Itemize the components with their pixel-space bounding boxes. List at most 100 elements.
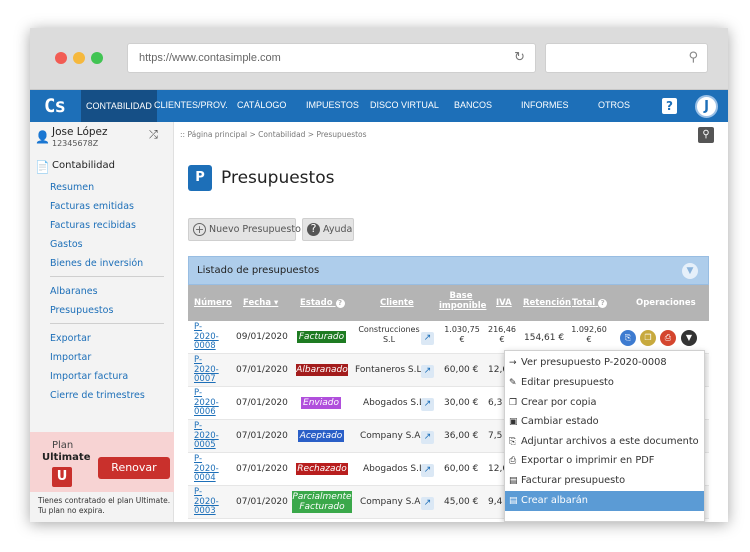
more-options-icon[interactable]: ▼ xyxy=(681,330,697,346)
main-nav: Cs CONTABILIDAD CLIENTES/PROV. CATÁLOGO … xyxy=(30,90,728,122)
sidebar-item-importar-factura[interactable]: Importar factura xyxy=(50,371,128,382)
plan-box: Plan Ultimate U Renovar xyxy=(30,432,174,492)
sidebar-item-presupuestos[interactable]: Presupuestos xyxy=(50,305,113,316)
list-header: Listado de presupuestos ▼ xyxy=(188,256,709,285)
row-number[interactable]: P- 2020- 0003 xyxy=(194,487,219,517)
status-badge: Parcialmente Facturado xyxy=(292,491,352,513)
app-logo[interactable]: Cs xyxy=(44,95,66,117)
col-numero[interactable]: Número xyxy=(194,298,232,308)
row-iva: 9,4 xyxy=(488,497,503,507)
status-badge: Rechazado xyxy=(296,463,348,475)
attach-icon[interactable]: ⎘ xyxy=(620,330,636,346)
avatar[interactable]: J xyxy=(695,95,718,118)
search-icon[interactable]: ⚲ xyxy=(698,127,714,143)
trend-icon[interactable]: ↗ xyxy=(421,365,434,378)
menu-crear-copia[interactable]: ❐ Crear por copia xyxy=(505,393,704,413)
print-icon[interactable]: ⎙ xyxy=(660,330,676,346)
sidebar-item-resumen[interactable]: Resumen xyxy=(50,182,94,193)
nav-informes[interactable]: INFORMES xyxy=(521,100,569,110)
invoice-icon: ▤ xyxy=(509,476,518,486)
sidebar-item-exportar[interactable]: Exportar xyxy=(50,333,91,344)
browser-window: https://www.contasimple.com ↻ ⚲ Cs CONTA… xyxy=(30,28,728,522)
nav-catalogo[interactable]: CATÁLOGO xyxy=(237,100,286,110)
row-client: Abogados S.L xyxy=(363,398,424,408)
trend-icon[interactable]: ↗ xyxy=(421,497,434,510)
reload-icon[interactable]: ↻ xyxy=(514,50,525,65)
table-header: Número Fecha ▾ Estado ? Cliente Base imp… xyxy=(188,285,709,321)
row-total: 1.092,60 € xyxy=(571,325,607,344)
menu-ver-presupuesto[interactable]: → Ver presupuesto P-2020-0008 xyxy=(505,353,704,373)
address-bar[interactable]: https://www.contasimple.com ↻ xyxy=(127,43,536,73)
col-retencion[interactable]: Retención xyxy=(523,298,571,308)
switch-account-icon[interactable]: ⤮ xyxy=(149,128,158,142)
maximize-dot-icon[interactable] xyxy=(91,52,103,64)
url-text: https://www.contasimple.com xyxy=(139,52,281,64)
menu-exportar-pdf[interactable]: ⎙ Exportar o imprimir en PDF xyxy=(505,451,704,471)
row-number[interactable]: P- 2020- 0006 xyxy=(194,388,219,418)
sidebar-item-importar[interactable]: Importar xyxy=(50,352,91,363)
row-base: 45,00 € xyxy=(444,497,479,507)
trend-icon[interactable]: ↗ xyxy=(421,431,434,444)
close-dot-icon[interactable] xyxy=(55,52,67,64)
trend-icon[interactable]: ↗ xyxy=(421,398,434,411)
sidebar-item-facturas-recibidas[interactable]: Facturas recibidas xyxy=(50,220,136,231)
col-fecha[interactable]: Fecha ▾ xyxy=(243,298,278,308)
row-base: 60,00 € xyxy=(444,365,479,375)
question-icon: ? xyxy=(307,223,320,236)
col-operaciones: Operaciones xyxy=(636,298,696,308)
help-icon[interactable]: ? xyxy=(662,98,677,114)
col-cliente[interactable]: Cliente xyxy=(380,298,414,308)
menu-editar[interactable]: ✎ Editar presupuesto xyxy=(505,373,704,393)
chevron-down-icon[interactable]: ▼ xyxy=(682,263,698,279)
copy-icon[interactable]: ❐ xyxy=(640,330,656,346)
nav-disco-virtual[interactable]: DISCO VIRTUAL xyxy=(370,100,439,110)
row-date: 07/01/2020 xyxy=(236,497,288,507)
row-date: 07/01/2020 xyxy=(236,365,288,375)
sidebar-item-gastos[interactable]: Gastos xyxy=(50,239,83,250)
nav-contabilidad[interactable]: CONTABILIDAD xyxy=(81,90,157,122)
row-number[interactable]: P- 2020- 0005 xyxy=(194,421,219,451)
sidebar-item-facturas-emitidas[interactable]: Facturas emitidas xyxy=(50,201,134,212)
menu-cambiar-estado[interactable]: ▣ Cambiar estado xyxy=(505,412,704,432)
plan-text: Tienes contratado el plan Ultimate. Tu p… xyxy=(38,496,171,515)
plan-label: Plan xyxy=(52,440,74,451)
row-retencion: 154,61 € xyxy=(524,333,565,343)
row-client: Construcciones S.L xyxy=(358,325,420,344)
nav-clientes[interactable]: CLIENTES/PROV. xyxy=(154,100,228,110)
col-total[interactable]: Total ? xyxy=(572,298,608,308)
menu-facturar[interactable]: ▤ Facturar presupuesto xyxy=(505,471,704,491)
sidebar-item-bienes[interactable]: Bienes de inversión xyxy=(50,258,143,269)
trend-icon[interactable]: ↗ xyxy=(421,464,434,477)
col-base[interactable]: Base imponible xyxy=(439,291,486,311)
new-budget-button[interactable]: + Nuevo Presupuesto xyxy=(188,218,301,241)
row-client: Company S.A xyxy=(360,497,421,507)
sidebar-item-cierre[interactable]: Cierre de trimestres xyxy=(50,390,145,401)
menu-crear-albaran[interactable]: ▤ Crear albarán xyxy=(505,491,704,511)
row-number[interactable]: P- 2020- 0007 xyxy=(194,355,219,385)
nav-impuestos[interactable]: IMPUESTOS xyxy=(306,100,359,110)
col-iva[interactable]: IVA xyxy=(496,298,512,308)
copy-icon: ❐ xyxy=(509,398,518,408)
sidebar-item-albaranes[interactable]: Albaranes xyxy=(50,286,98,297)
row-date: 09/01/2020 xyxy=(236,332,288,342)
pencil-icon: ✎ xyxy=(509,378,517,388)
row-client: Company S.A xyxy=(360,431,421,441)
status-badge: Aceptado xyxy=(298,430,344,442)
minimize-dot-icon[interactable] xyxy=(73,52,85,64)
row-number[interactable]: P- 2020- 0008 xyxy=(194,322,219,352)
row-number[interactable]: P- 2020- 0004 xyxy=(194,454,219,484)
nav-otros[interactable]: OTROS xyxy=(598,100,630,110)
sidebar: 👤 Jose López 12345678Z ⤮ 📄 Contabilidad … xyxy=(30,122,174,522)
row-date: 07/01/2020 xyxy=(236,398,288,408)
renew-button[interactable]: Renovar xyxy=(98,457,170,479)
col-estado[interactable]: Estado ? xyxy=(300,298,345,308)
help-button[interactable]: ? Ayuda xyxy=(302,218,354,241)
browser-search-box[interactable]: ⚲ xyxy=(545,43,708,73)
user-id: 12345678Z xyxy=(52,139,99,148)
user-name: Jose López xyxy=(52,126,108,138)
trend-icon[interactable]: ↗ xyxy=(421,332,434,345)
menu-adjuntar[interactable]: ⎘ Adjuntar archivos a este documento xyxy=(505,432,704,452)
nav-bancos[interactable]: BANCOS xyxy=(454,100,492,110)
list-title: Listado de presupuestos xyxy=(197,265,320,276)
user-icon: 👤 xyxy=(35,130,50,144)
